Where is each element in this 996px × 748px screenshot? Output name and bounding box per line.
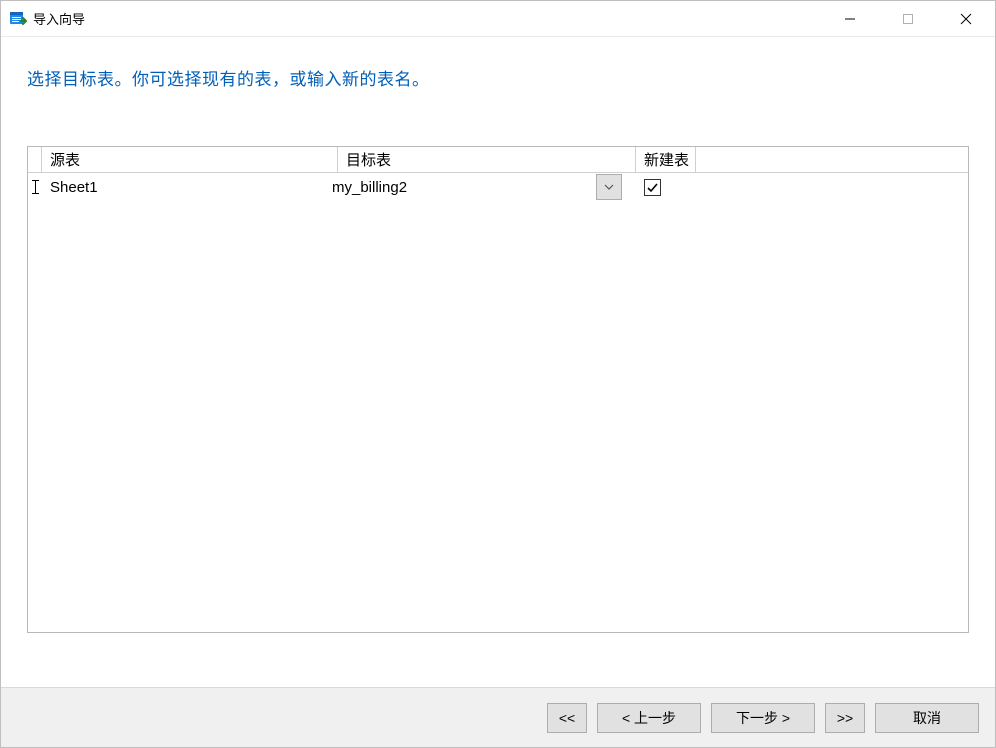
- app-icon: [9, 10, 27, 28]
- row-edit-marker-icon: [28, 173, 42, 201]
- mapping-grid: 源表 目标表 新建表 Sheet1 my_billing2: [27, 146, 969, 633]
- window-title: 导入向导: [33, 9, 85, 28]
- maximize-button: [879, 1, 937, 36]
- column-header-source[interactable]: 源表: [42, 147, 338, 172]
- new-table-checkbox[interactable]: [644, 179, 661, 196]
- check-icon: [646, 181, 659, 194]
- grid-header: 源表 目标表 新建表: [28, 147, 968, 173]
- import-wizard-window: 导入向导 选择目标表。你可选择现有的表，或输入新的表名。 源表 目标表 新建表: [0, 0, 996, 748]
- next-button[interactable]: 下一步 >: [711, 703, 815, 733]
- target-table-cell[interactable]: my_billing2: [324, 173, 596, 201]
- column-header-target[interactable]: 目标表: [338, 147, 636, 172]
- source-table-cell[interactable]: Sheet1: [42, 173, 324, 201]
- first-button[interactable]: <<: [547, 703, 587, 733]
- footer-buttons: << < 上一步 下一步 > >> 取消: [1, 687, 995, 747]
- minimize-button[interactable]: [821, 1, 879, 36]
- window-controls: [821, 1, 995, 36]
- titlebar: 导入向导: [1, 1, 995, 37]
- table-row[interactable]: Sheet1 my_billing2: [28, 173, 968, 201]
- content-area: 选择目标表。你可选择现有的表，或输入新的表名。 源表 目标表 新建表 Sheet…: [1, 37, 995, 687]
- row-marker-header: [28, 147, 42, 172]
- instruction-text: 选择目标表。你可选择现有的表，或输入新的表名。: [1, 37, 995, 90]
- close-button[interactable]: [937, 1, 995, 36]
- cancel-button[interactable]: 取消: [875, 703, 979, 733]
- new-table-cell: [622, 173, 682, 201]
- target-table-dropdown[interactable]: [596, 174, 622, 200]
- last-button[interactable]: >>: [825, 703, 865, 733]
- column-header-newtable[interactable]: 新建表: [636, 147, 696, 172]
- chevron-down-icon: [604, 184, 614, 190]
- previous-button[interactable]: < 上一步: [597, 703, 701, 733]
